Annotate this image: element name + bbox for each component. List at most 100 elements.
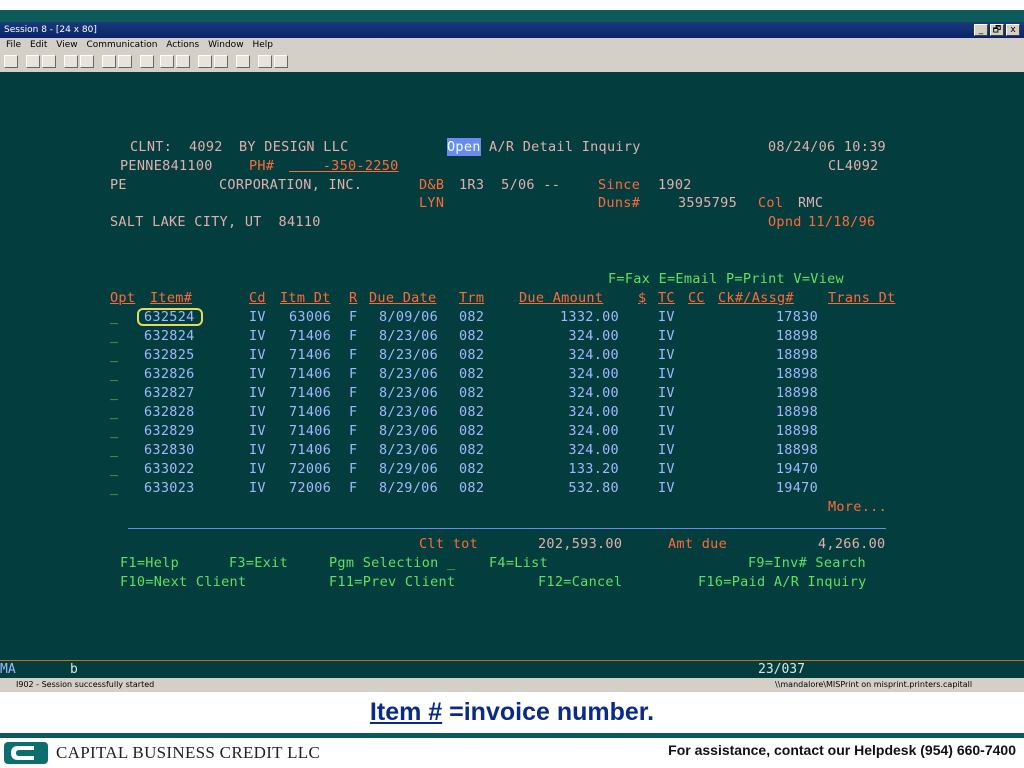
menu-file[interactable]: File	[6, 40, 21, 50]
pgm-selection-field[interactable]: Pgm Selection _	[329, 554, 455, 572]
duns-number: 3595795	[678, 195, 737, 211]
menu-edit[interactable]: Edit	[30, 40, 47, 50]
send-icon[interactable]	[64, 55, 78, 68]
keyboard-icon[interactable]	[118, 55, 132, 68]
close-button[interactable]: x	[1006, 24, 1020, 36]
row-opt-field[interactable]: _	[110, 327, 118, 345]
row-tc: IV	[658, 385, 675, 401]
row-opt-field[interactable]: _	[110, 422, 118, 440]
f16-paid-inquiry-key[interactable]: F16=Paid A/R Inquiry	[698, 573, 867, 591]
ma-indicator: MA	[0, 662, 16, 677]
row-opt-field[interactable]: _	[110, 403, 118, 421]
row-trm: 082	[459, 366, 485, 382]
row-item-number: 632825	[144, 347, 195, 363]
row-ck-assg: 18898	[775, 423, 818, 439]
row-due-amount: 133.20	[568, 461, 619, 477]
row-due-amount: 1332.00	[560, 309, 619, 325]
row-opt-field[interactable]: _	[110, 441, 118, 459]
macro-icon[interactable]	[198, 55, 212, 68]
row-itm-dt: 71406	[289, 328, 332, 344]
globe-icon[interactable]	[258, 55, 272, 68]
f1-help-key[interactable]: F1=Help	[120, 554, 179, 572]
row-r: F	[349, 385, 358, 401]
row-due-date: 8/23/06	[379, 404, 438, 420]
row-item-number: 632524	[144, 309, 195, 325]
row-opt-field[interactable]: _	[110, 384, 118, 402]
row-due-amount: 324.00	[568, 442, 619, 458]
row-itm-dt: 71406	[289, 404, 332, 420]
col-due-amount: Due Amount	[519, 290, 604, 306]
col-dollar: $	[638, 290, 647, 306]
f11-prev-client-key[interactable]: F11=Prev Client	[329, 573, 455, 591]
row-tc: IV	[658, 480, 675, 496]
row-due-date: 8/09/06	[379, 309, 438, 325]
row-tc: IV	[658, 404, 675, 420]
row-due-date: 8/29/06	[379, 480, 438, 496]
f4-list-key[interactable]: F4=List	[489, 554, 548, 572]
maximize-button[interactable]: 🗗	[990, 24, 1004, 36]
client-name: BY DESIGN LLC	[239, 139, 349, 155]
f9-search-key[interactable]: F9=Inv# Search	[748, 554, 866, 572]
screen-title: A/R Detail Inquiry	[489, 139, 641, 155]
row-cd: IV	[249, 423, 266, 439]
row-opt-field[interactable]: _	[110, 308, 118, 326]
display-icon[interactable]	[102, 55, 116, 68]
f12-cancel-key[interactable]: F12=Cancel	[538, 573, 622, 591]
menu-actions[interactable]: Actions	[166, 40, 199, 50]
row-opt-field[interactable]: _	[110, 479, 118, 497]
db-values: 1R3 5/06 --	[459, 177, 561, 193]
row-r: F	[349, 480, 358, 496]
menu-view[interactable]: View	[56, 40, 77, 50]
row-cd: IV	[249, 442, 266, 458]
chart-icon[interactable]	[140, 55, 154, 68]
phone-number: -350-2250	[289, 158, 399, 174]
opnd-date: 11/18/96	[808, 214, 876, 230]
print-icon[interactable]	[236, 55, 250, 68]
terminal-status-bar: MA b 23/037	[0, 660, 1024, 679]
row-ck-assg: 18898	[775, 328, 818, 344]
row-due-amount: 324.00	[568, 347, 619, 363]
row-item-number: 633023	[144, 480, 195, 496]
row-trm: 082	[459, 328, 485, 344]
col-r: R	[349, 290, 358, 306]
receive-icon[interactable]	[80, 55, 94, 68]
row-due-date: 8/23/06	[379, 328, 438, 344]
f3-exit-key[interactable]: F3=Exit	[229, 554, 288, 572]
row-opt-field[interactable]: _	[110, 460, 118, 478]
row-due-date: 8/23/06	[379, 423, 438, 439]
stop-icon[interactable]	[176, 55, 190, 68]
col-cd: Cd	[249, 290, 266, 306]
menu-help[interactable]: Help	[252, 40, 273, 50]
row-r: F	[349, 423, 358, 439]
col-cc: CC	[688, 290, 705, 306]
screen-icon[interactable]	[4, 55, 18, 68]
menu-communication[interactable]: Communication	[86, 40, 157, 50]
row-cd: IV	[249, 366, 266, 382]
play-icon[interactable]	[214, 55, 228, 68]
city-line: SALT LAKE CITY, UT 84110	[110, 214, 321, 230]
paste-icon[interactable]	[42, 55, 56, 68]
row-ck-assg: 18898	[775, 404, 818, 420]
col-due-date: Due Date	[369, 290, 437, 306]
edit-icon[interactable]	[274, 55, 288, 68]
status-open-badge: Open	[447, 138, 481, 156]
row-due-date: 8/29/06	[379, 461, 438, 477]
row-opt-field[interactable]: _	[110, 346, 118, 364]
row-opt-field[interactable]: _	[110, 365, 118, 383]
window-title: Session 8 - [24 x 80]	[4, 25, 97, 35]
since-year: 1902	[658, 177, 692, 193]
minimize-button[interactable]: _	[974, 24, 988, 36]
row-trm: 082	[459, 309, 485, 325]
row-cd: IV	[249, 347, 266, 363]
menu-window[interactable]: Window	[208, 40, 244, 50]
row-item-number: 632828	[144, 404, 195, 420]
record-icon[interactable]	[160, 55, 174, 68]
copy-icon[interactable]	[26, 55, 40, 68]
row-itm-dt: 71406	[289, 423, 332, 439]
more-indicator[interactable]: More...	[828, 498, 887, 516]
col-opt: Opt	[110, 290, 136, 306]
f10-next-client-key[interactable]: F10=Next Client	[120, 573, 246, 591]
row-due-amount: 532.80	[568, 480, 619, 496]
row-due-amount: 324.00	[568, 385, 619, 401]
col-ck-assg: Ck#/Assg#	[718, 290, 794, 306]
